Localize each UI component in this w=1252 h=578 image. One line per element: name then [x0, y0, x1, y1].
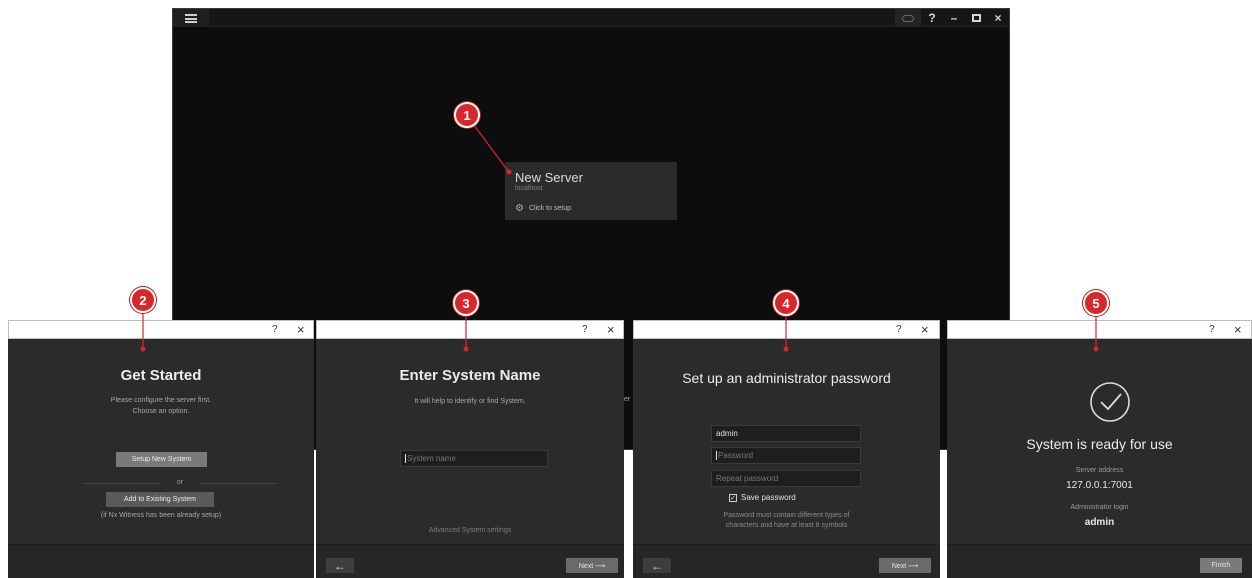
system-ready-dialog: ? × System is ready for use Server addre…	[947, 320, 1252, 578]
window-controls: ? – ×	[895, 9, 1009, 27]
dialog-header: ? ×	[947, 320, 1252, 339]
admin-login-label: Administrator login	[1070, 504, 1129, 511]
back-button[interactable]: ←	[326, 558, 354, 573]
click-to-setup-link[interactable]: ⚙ Click to setup	[515, 203, 571, 214]
check-circle-icon	[1090, 382, 1130, 422]
server-name: New Server	[515, 170, 583, 185]
dialog-subtitle-line2: Choose an option.	[132, 408, 190, 415]
advanced-settings-link[interactable]: Advanced System settings	[316, 525, 624, 536]
cloud-icon	[902, 14, 914, 22]
repeat-password-input[interactable]: Repeat password	[711, 470, 861, 487]
dialog-title: System is ready for use	[1026, 436, 1173, 452]
save-password-label: Save password	[741, 493, 796, 502]
hamburger-icon	[185, 13, 197, 23]
cloud-button[interactable]	[895, 9, 921, 27]
dialog-header: ? ×	[8, 320, 314, 339]
or-separator: or	[82, 478, 278, 488]
dialog-help-button[interactable]: ?	[1209, 324, 1215, 335]
dialog-footer: ← Next ⟶	[633, 544, 940, 578]
arrow-left-icon: ←	[334, 558, 346, 573]
dialog-help-button[interactable]: ?	[582, 324, 588, 335]
system-name-dialog: ? × Enter System Name It will help to id…	[316, 320, 624, 578]
password-input[interactable]: Password	[711, 447, 861, 464]
obscured-background-text: er	[624, 396, 631, 403]
minimize-button[interactable]: –	[943, 9, 965, 27]
admin-login-field[interactable]: admin	[711, 425, 861, 442]
dialog-close-button[interactable]: ×	[607, 322, 615, 337]
dialog-help-button[interactable]: ?	[896, 324, 902, 335]
step-marker-5: 5	[1083, 290, 1109, 316]
system-name-placeholder: System name	[407, 454, 456, 463]
help-button[interactable]: ?	[921, 9, 943, 27]
dialog-title: Set up an administrator password	[682, 370, 891, 386]
add-to-existing-system-button[interactable]: Add to Existing System	[106, 492, 214, 507]
arrow-left-icon: ←	[651, 558, 663, 573]
back-button[interactable]: ←	[643, 558, 671, 573]
setup-label: Click to setup	[528, 205, 571, 212]
step-marker-3: 3	[453, 290, 479, 316]
dialog-header: ? ×	[633, 320, 940, 339]
system-name-input[interactable]: System name	[400, 450, 548, 467]
step-marker-1: 1	[454, 102, 480, 128]
dialog-help-button[interactable]: ?	[272, 324, 278, 335]
dialog-title: Enter System Name	[399, 367, 541, 384]
main-menu-button[interactable]	[173, 9, 209, 27]
dialog-header: ? ×	[316, 320, 624, 339]
finish-button[interactable]: Finish	[1200, 558, 1242, 573]
step-marker-2: 2	[130, 287, 156, 313]
dialog-footer: ← Next ⟶	[316, 544, 624, 578]
dialog-close-button[interactable]: ×	[1234, 322, 1242, 337]
admin-password-dialog: ? × Set up an administrator password adm…	[633, 320, 940, 578]
title-bar: ? – ×	[173, 9, 1009, 27]
password-placeholder: Password	[718, 451, 754, 460]
dialog-subtitle-line1: Please configure the server first.	[110, 397, 212, 404]
maximize-button[interactable]	[965, 9, 987, 27]
separator-line-right	[200, 483, 278, 484]
add-note: (if Nx Witness has been already setup)	[100, 512, 222, 519]
get-started-dialog: ? × Get Started Please configure the ser…	[8, 320, 314, 578]
close-button[interactable]: ×	[987, 9, 1009, 27]
new-server-tile[interactable]: New Server localhost ⚙ Click to setup	[505, 162, 677, 220]
dialog-close-button[interactable]: ×	[297, 322, 305, 337]
server-address-label: Server address	[1075, 467, 1124, 474]
server-address-value: 127.0.0.1:7001	[1066, 480, 1133, 491]
text-cursor	[716, 451, 717, 460]
server-host: localhost	[515, 185, 543, 192]
password-hint-line2: characters and have at least 8 symbols	[725, 522, 848, 529]
dialog-close-button[interactable]: ×	[921, 322, 929, 337]
dialog-footer	[8, 544, 314, 578]
next-button[interactable]: Next ⟶	[879, 558, 931, 573]
admin-login-value: admin	[1084, 517, 1115, 528]
dialog-subtitle: It will help to identify or find System.	[414, 398, 526, 405]
step-marker-4: 4	[773, 290, 799, 316]
gear-icon: ⚙	[515, 203, 524, 214]
dialog-footer: Finish	[947, 544, 1252, 578]
maximize-icon	[971, 14, 981, 22]
text-cursor	[405, 454, 406, 463]
next-button[interactable]: Next ⟶	[566, 558, 618, 573]
save-password-checkbox[interactable]: ✓ Save password	[729, 493, 796, 502]
setup-new-system-button[interactable]: Setup New System	[116, 452, 207, 467]
checkbox-icon: ✓	[729, 493, 737, 502]
dialog-title: Get Started	[120, 367, 202, 384]
